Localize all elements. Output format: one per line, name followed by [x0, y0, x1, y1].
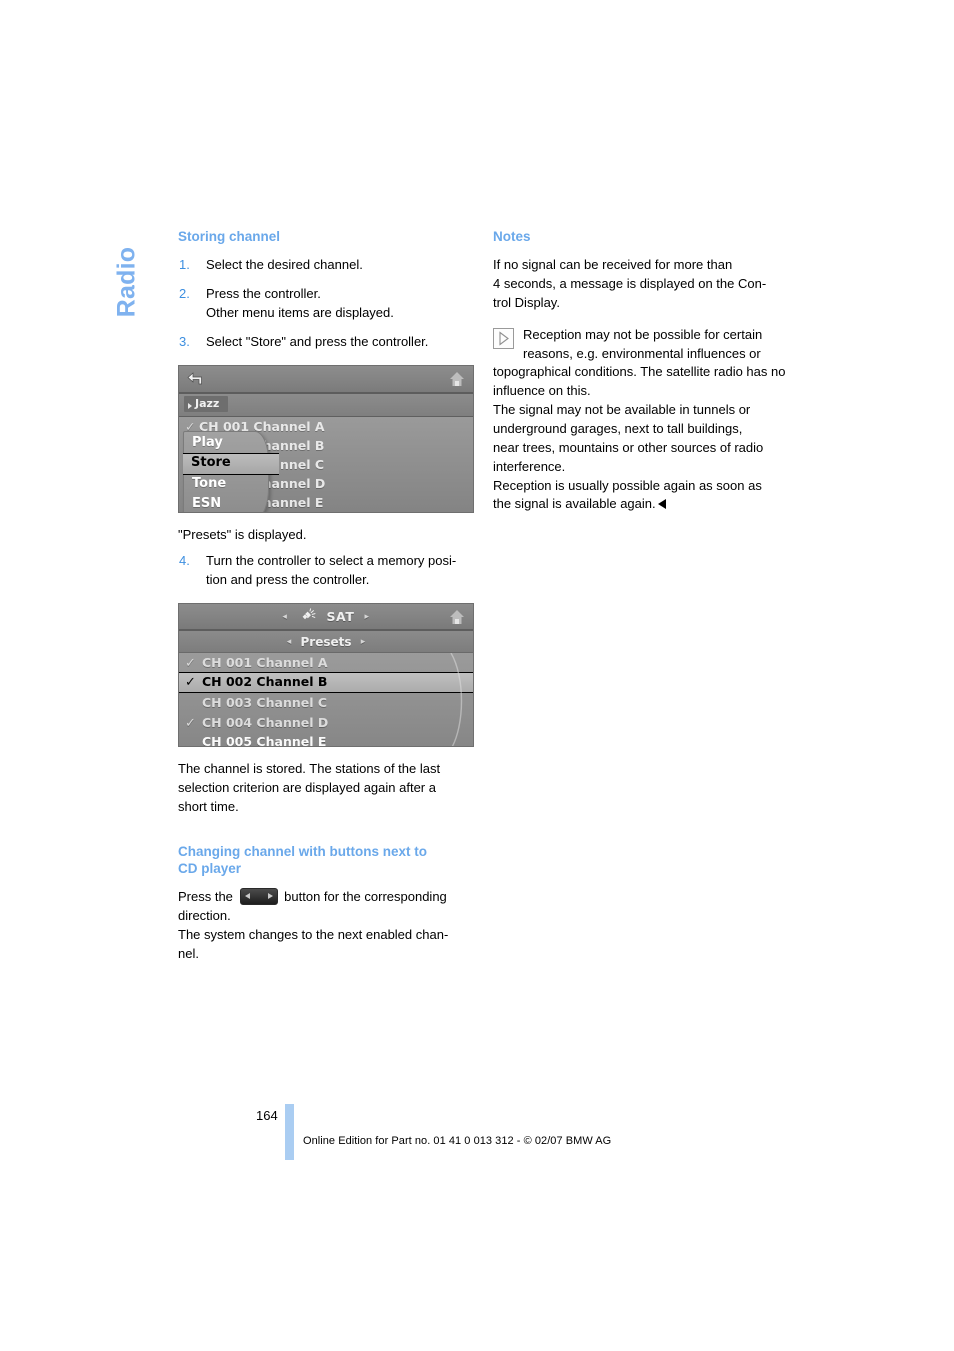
- notes-last-line-text: the signal is available again.: [493, 496, 656, 512]
- page-number: 164: [256, 1108, 278, 1123]
- cd-instruction-line2: direction.: [178, 908, 231, 924]
- notes-continued-line5: Reception is usually possible again as s…: [493, 477, 762, 493]
- step-number: 3.: [179, 333, 190, 349]
- heading-line-1: Changing channel with buttons next to: [178, 843, 427, 859]
- chapter-tab: Radio: [104, 222, 150, 342]
- menu-item-store[interactable]: Store: [183, 453, 279, 475]
- notes-intro-line2: 4 seconds, a message is displayed on the…: [493, 276, 767, 292]
- cd-text-after: button for the corresponding: [284, 889, 447, 905]
- table-row[interactable]: CH 003 Channel C: [179, 693, 473, 712]
- step-text: Select "Store" and press the controller.: [206, 333, 429, 349]
- check-icon: ✓: [185, 715, 196, 731]
- heading-line-2: CD player: [178, 860, 242, 876]
- screen-submenu-bar: ◂ Presets ▸: [179, 631, 473, 654]
- notes-continued-line2: underground garages, next to tall buildi…: [493, 421, 743, 437]
- idrive-screenshot-store-menu: Jazz ✓CH 001 Channel A CH 002 Channel B …: [178, 364, 474, 513]
- end-of-note-marker-icon: [657, 499, 666, 510]
- channel-list-area: ✓CH 001 Channel A CH 002 Channel B CH 00…: [179, 416, 473, 512]
- figure-store-menu: Jazz ✓CH 001 Channel A CH 002 Channel B …: [178, 364, 478, 513]
- step-number: 1.: [179, 257, 190, 273]
- row-label: CH 005 Channel E: [202, 733, 327, 748]
- menu-item-esn[interactable]: ESN: [184, 495, 268, 512]
- left-column: Storing channel 1. Select the desired ch…: [178, 228, 478, 964]
- submenu-label: Presets: [300, 635, 352, 650]
- note-callout: Reception may not be possible for certai…: [493, 326, 789, 401]
- category-tag-jazz[interactable]: Jazz: [184, 395, 229, 412]
- triangle-note-icon: [493, 327, 514, 349]
- storing-channel-steps-continued: 4. Turn the controller to select a memor…: [178, 552, 478, 590]
- step-text-secondary: tion and press the controller.: [206, 572, 370, 588]
- source-label: SAT: [326, 609, 355, 625]
- step-2: 2. Press the controller. Other menu item…: [178, 285, 478, 323]
- home-icon: [448, 370, 466, 388]
- next-submenu-arrow-icon[interactable]: ▸: [361, 637, 366, 647]
- screen-category-bar: Jazz: [179, 393, 473, 417]
- chapter-title: Radio: [112, 246, 141, 318]
- step-text-secondary: Other menu items are displayed.: [206, 304, 394, 320]
- cd-instruction-line4: nel.: [178, 945, 199, 961]
- cd-skip-button-icon: [239, 888, 278, 906]
- footer-accent-bar: [285, 1104, 294, 1160]
- screen-source-bar: ◂ SAT ▸: [179, 604, 473, 632]
- row-label: CH 004 Channel D: [202, 714, 329, 730]
- row-label: CH 003 Channel C: [202, 695, 328, 711]
- step-text: Select the desired channel.: [206, 257, 363, 273]
- right-column: Notes If no signal can be received for m…: [493, 228, 789, 514]
- check-icon: ✓: [185, 675, 196, 691]
- table-row[interactable]: ✓ CH 004 Channel D: [179, 713, 473, 732]
- table-row-selected[interactable]: ✓ CH 002 Channel B: [179, 672, 473, 694]
- notes-continued-line6: the signal is available again.: [493, 495, 789, 514]
- notes-continued-line4: interference.: [493, 458, 566, 474]
- submenu-selector[interactable]: ◂ Presets ▸: [282, 635, 370, 649]
- channel-stored-text-line1: The channel is stored. The stations of t…: [178, 761, 441, 777]
- table-row[interactable]: CH 005 Channel E: [179, 732, 473, 748]
- note-text: Reception may not be possible for certai…: [493, 326, 786, 399]
- channel-stored-text-line2: selection criterion are displayed again …: [178, 780, 436, 796]
- home-icon: [448, 608, 466, 626]
- menu-item-play[interactable]: Play: [184, 434, 268, 454]
- section-heading-storing-channel: Storing channel: [178, 229, 281, 244]
- step-text: Turn the controller to select a memory p…: [206, 553, 457, 569]
- notes-intro-line1: If no signal can be received for more th…: [493, 257, 733, 273]
- footer-imprint: Online Edition for Part no. 01 41 0 013 …: [303, 1135, 612, 1147]
- cd-text-before: Press the: [178, 889, 233, 905]
- notes-continued-line3: near trees, mountains or other sources o…: [493, 439, 764, 455]
- step-1: 1. Select the desired channel.: [178, 256, 478, 275]
- step-3: 3. Select "Store" and press the controll…: [178, 333, 478, 352]
- prev-source-arrow-icon[interactable]: ◂: [282, 612, 287, 622]
- step-text: Press the controller.: [206, 286, 321, 302]
- screen-title-bar: [179, 365, 473, 394]
- notes-continued-line1: The signal may not be available in tunne…: [493, 402, 751, 418]
- presets-displayed-text: "Presets" is displayed.: [178, 526, 307, 542]
- table-row[interactable]: ✓ CH 001 Channel A: [179, 653, 473, 672]
- source-selector[interactable]: ◂ SAT ▸: [277, 608, 374, 624]
- notes-intro-line3: trol Display.: [493, 294, 560, 310]
- step-number: 2.: [179, 286, 190, 302]
- satellite-icon: [298, 608, 318, 624]
- menu-item-tone[interactable]: Tone: [184, 475, 268, 495]
- cd-button-instruction: Press the button for the corresponding: [178, 888, 478, 907]
- check-icon: ✓: [185, 656, 196, 672]
- idrive-screenshot-presets: ◂ SAT ▸ ◂ Presets ▸ ✓ CH 001 Channel A ✓…: [178, 603, 474, 748]
- next-source-arrow-icon[interactable]: ▸: [364, 612, 369, 622]
- step-number: 4.: [179, 553, 190, 569]
- section-heading-changing-channel: Changing channel with buttons next to CD…: [178, 843, 478, 878]
- storing-channel-steps: 1. Select the desired channel. 2. Press …: [178, 256, 478, 351]
- row-label: CH 002 Channel B: [202, 674, 328, 690]
- manual-page: Radio Storing channel 1. Select the desi…: [0, 0, 954, 1351]
- step-4: 4. Turn the controller to select a memor…: [178, 552, 478, 590]
- channel-stored-text-line3: short time.: [178, 798, 239, 814]
- cd-instruction-line3: The system changes to the next enabled c…: [178, 926, 449, 942]
- row-label: CH 001 Channel A: [202, 655, 328, 671]
- prev-submenu-arrow-icon[interactable]: ◂: [287, 637, 292, 647]
- context-menu: Play Store Tone ESN: [183, 430, 279, 512]
- section-heading-notes: Notes: [493, 229, 531, 244]
- figure-presets-list: ◂ SAT ▸ ◂ Presets ▸ ✓ CH 001 Channel A ✓…: [178, 603, 478, 748]
- presets-list: ✓ CH 001 Channel A ✓ CH 002 Channel B CH 0…: [179, 652, 473, 748]
- back-arrow-icon: [186, 371, 204, 385]
